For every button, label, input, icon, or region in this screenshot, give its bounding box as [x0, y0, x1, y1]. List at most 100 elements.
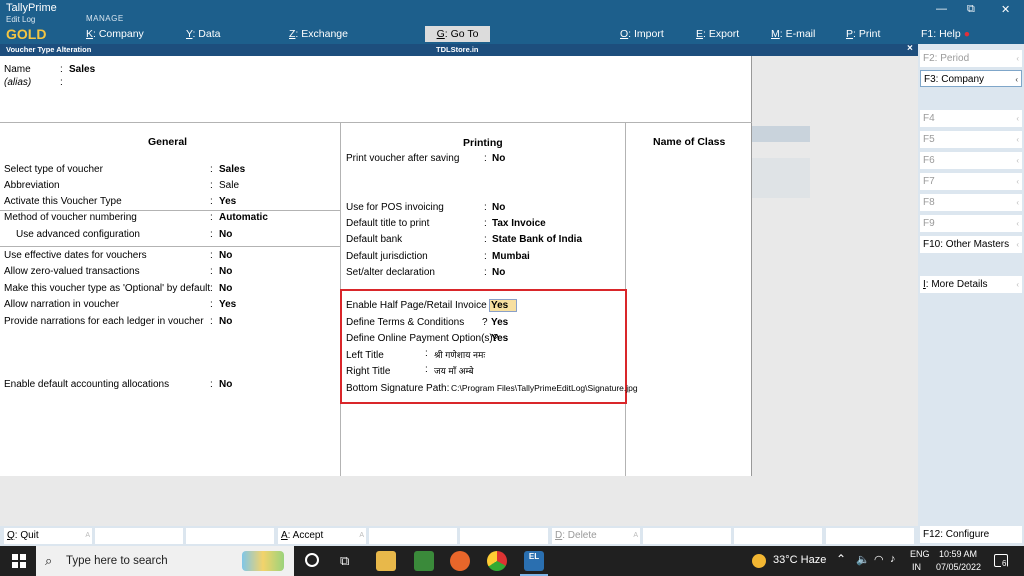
file-explorer-icon[interactable] [376, 551, 396, 571]
printing-row-value[interactable]: Tax Invoice [492, 218, 546, 229]
general-row-value[interactable]: No [219, 379, 232, 390]
app-brand: TallyPrime Edit Log GOLD [0, 0, 80, 44]
printing-row-value[interactable]: No [492, 153, 505, 164]
more-details-button[interactable]: I: More Details ‹ [920, 276, 1022, 293]
name-label: Name [4, 64, 31, 75]
printing-row-value[interactable]: No [492, 267, 505, 278]
windows-start-icon[interactable] [12, 554, 26, 568]
f5-button[interactable]: F5 ‹ [920, 131, 1022, 148]
taskbar-search[interactable]: ⌕ Type here to search [36, 546, 294, 576]
general-row-value[interactable]: No [219, 316, 232, 327]
button-panel: F2: Period ‹ F3: Company ‹ F4 ‹ F5 ‹ F6 ‹ F7 ‹… [918, 44, 1024, 546]
general-row-value[interactable]: Yes [219, 299, 236, 310]
cortana-icon[interactable] [305, 553, 319, 567]
f4-button[interactable]: F4 ‹ [920, 110, 1022, 127]
menu-data[interactable]: Y: Data [186, 28, 220, 40]
notepad-icon[interactable] [414, 551, 434, 571]
notification-count: 6 [1001, 559, 1008, 568]
half-page-field[interactable]: Yes [489, 299, 518, 312]
custom-row-value[interactable]: Yes [491, 333, 508, 344]
bg-block [752, 126, 810, 142]
menu-print[interactable]: P: Print [846, 28, 880, 40]
printing-row-label: Set/alter declaration [346, 267, 435, 278]
f9-button[interactable]: F9 ‹ [920, 215, 1022, 232]
bg-block [752, 158, 810, 198]
bottom-empty-button[interactable] [186, 528, 274, 544]
menu-export[interactable]: E: Export [696, 28, 739, 40]
bottom-empty-button[interactable] [826, 528, 914, 544]
chrome-icon[interactable] [487, 551, 507, 571]
custom-row-label: Left Title [346, 350, 384, 361]
left-title-field[interactable]: श्री गणेशाय नमः [434, 348, 485, 361]
bottom-empty-button[interactable] [734, 528, 822, 544]
period-button[interactable]: F2: Period ‹ [920, 50, 1022, 67]
general-row-label: Enable default accounting allocations [4, 379, 170, 390]
name-field[interactable]: Sales [69, 64, 95, 75]
restore-icon[interactable]: ⧉ [967, 3, 975, 16]
menu-exchange[interactable]: Z: Exchange [289, 28, 348, 40]
general-row-value[interactable]: Automatic [219, 212, 268, 223]
task-view-icon[interactable]: ⧉ [340, 553, 349, 569]
f7-button[interactable]: F7 ‹ [920, 173, 1022, 190]
accept-button[interactable]: A: Accept A [278, 528, 366, 544]
other-masters-button[interactable]: F10: Other Masters ‹ [920, 236, 1022, 253]
wifi-icon[interactable]: ◠ [874, 553, 884, 566]
f8-button[interactable]: F8 ‹ [920, 194, 1022, 211]
quit-button[interactable]: Q: Quit A [4, 528, 92, 544]
menu-import[interactable]: O: Import [620, 28, 664, 40]
clock-time[interactable]: 10:59 AM [939, 549, 977, 559]
menu-help[interactable]: F1: Help ● [921, 28, 970, 40]
custom-row-label: Right Title [346, 366, 391, 377]
general-row-label: Activate this Voucher Type [4, 196, 122, 207]
menu-goto[interactable]: G: Go To [425, 26, 490, 42]
close-screen-icon[interactable]: × [907, 43, 913, 54]
bottom-empty-button[interactable] [369, 528, 457, 544]
help-dot-icon: ● [963, 28, 971, 40]
company-button[interactable]: F3: Company ‹ [920, 70, 1022, 87]
delete-button[interactable]: D: Delete A [552, 528, 640, 544]
printing-row-value[interactable]: Mumbai [492, 251, 530, 262]
tally-app-icon[interactable]: EL [524, 551, 544, 571]
firefox-icon[interactable] [450, 551, 470, 571]
bottom-empty-button[interactable] [95, 528, 183, 544]
edition-label: GOLD [6, 26, 47, 42]
general-row-label: Provide narrations for each ledger in vo… [4, 316, 204, 327]
divider [0, 122, 752, 123]
language-primary[interactable]: ENG [910, 549, 930, 559]
general-row-value[interactable]: No [219, 283, 232, 294]
chevron-up-icon[interactable]: ⌃ [836, 552, 846, 566]
right-title-field[interactable]: जय माँ अम्बे [434, 364, 474, 377]
general-row-label: Select type of voucher [4, 164, 103, 175]
custom-row-value[interactable]: Yes [491, 317, 508, 328]
signature-path-field[interactable]: C:\Program Files\TallyPrimeEditLog\Signa… [451, 383, 638, 393]
printing-row-value[interactable]: No [492, 202, 505, 213]
close-window-icon[interactable]: ✕ [1001, 3, 1010, 16]
clock-date[interactable]: 07/05/2022 [936, 562, 981, 572]
bottom-empty-button[interactable] [643, 528, 731, 544]
general-heading: General [148, 136, 188, 148]
minimize-icon[interactable]: — [936, 3, 947, 15]
weather-text[interactable]: 33°C Haze [773, 554, 826, 566]
speaker-icon[interactable]: 🔈 [856, 553, 870, 566]
configure-button[interactable]: F12: Configure [920, 526, 1022, 543]
bottom-empty-button[interactable] [460, 528, 548, 544]
general-row-value[interactable]: No [219, 250, 232, 261]
general-row-label: Allow zero-valued transactions [4, 266, 140, 277]
menu-company[interactable]: K: Company [86, 28, 144, 40]
general-row-value[interactable]: No [219, 266, 232, 277]
search-highlight-icon [242, 551, 284, 571]
f6-button[interactable]: F6 ‹ [920, 152, 1022, 169]
volume-icon[interactable]: ♪ [890, 553, 896, 565]
printing-row-value[interactable]: State Bank of India [492, 234, 582, 245]
general-row-label: Use advanced configuration [16, 229, 140, 240]
general-row-label: Abbreviation [4, 180, 60, 191]
general-row-value[interactable]: No [219, 229, 232, 240]
windows-taskbar: ⌕ Type here to search ⧉ EL 33°C Haze ⌃ 🔈… [0, 546, 1024, 576]
alias-label: (alias) [4, 77, 32, 88]
general-row-value[interactable]: Sales [219, 164, 245, 175]
menu-email[interactable]: M: E-mail [771, 28, 815, 40]
general-row-value[interactable]: Sale [219, 180, 239, 191]
language-secondary[interactable]: IN [912, 562, 921, 572]
general-row-value[interactable]: Yes [219, 196, 236, 207]
search-placeholder: Type here to search [66, 555, 168, 567]
